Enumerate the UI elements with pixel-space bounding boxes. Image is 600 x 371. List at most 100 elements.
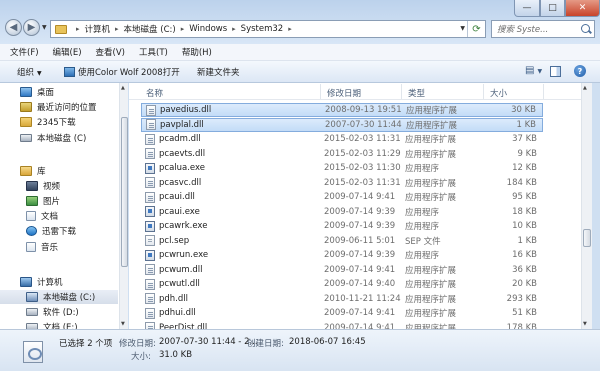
forward-button[interactable]: ▶ [23, 19, 40, 36]
breadcrumb-separator-icon[interactable]: ▸ [288, 25, 292, 33]
search-icon[interactable] [581, 24, 590, 33]
nav-item-thunder-download[interactable]: 迅雷下载 [0, 224, 118, 238]
file-date: 2009-07-14 9:41 [324, 308, 396, 318]
nav-item-label: 最近访问的位置 [37, 103, 97, 113]
file-row[interactable]: pcaui.dll 2009-07-14 9:41 应用程序扩展 95 KB [141, 190, 543, 204]
file-row[interactable]: pcalua.exe 2015-02-03 11:30 应用程序 12 KB [141, 161, 543, 175]
nav-item-2345-download[interactable]: 2345下载 [0, 115, 118, 129]
search-input[interactable]: 搜索 Syste... [491, 20, 595, 38]
file-name: pavedius.dll [160, 105, 212, 115]
column-divider[interactable] [483, 84, 484, 99]
file-row[interactable]: pcaevts.dll 2015-02-03 11:29 应用程序扩展 9 KB [141, 147, 543, 161]
scroll-up-icon[interactable]: ▲ [121, 85, 125, 91]
nav-item-documents[interactable]: 文档 [0, 209, 118, 223]
file-row[interactable]: pcwrun.exe 2009-07-14 9:39 应用程序 16 KB [141, 248, 543, 262]
menu-edit[interactable]: 编辑(E) [53, 46, 82, 58]
column-divider[interactable] [320, 84, 321, 99]
file-list-scrollbar[interactable]: ▲ ▼ [581, 83, 592, 329]
file-size: 18 KB [512, 206, 537, 217]
column-header-type[interactable]: 类型 [408, 87, 425, 99]
application-file-icon [145, 220, 155, 232]
nav-libraries[interactable]: 库 [0, 164, 118, 178]
change-view-button[interactable]: ▤ ▼ [525, 65, 542, 76]
breadcrumb-separator-icon[interactable]: ▸ [181, 25, 185, 33]
maximize-button[interactable]: □ [540, 0, 565, 17]
view-options-icon: ▤ [525, 65, 535, 76]
address-bar[interactable]: ▸ 计算机 ▸ 本地磁盘 (C:) ▸ Windows ▸ System32 ▸… [50, 20, 486, 38]
file-name: pcadm.dll [159, 134, 201, 144]
column-divider[interactable] [543, 84, 544, 99]
navigation-scrollbar[interactable]: ▲ ▼ [119, 83, 128, 329]
back-button[interactable]: ◀ [5, 19, 22, 36]
help-button[interactable]: ? [574, 65, 586, 77]
nav-item-drive-d[interactable]: 软件 (D:) [0, 305, 118, 319]
nav-item-drive-e[interactable]: 文档 (E:) [0, 320, 118, 329]
nav-item-pictures[interactable]: 图片 [0, 194, 118, 208]
file-row[interactable]: pcaui.exe 2009-07-14 9:39 应用程序 18 KB [141, 205, 543, 219]
file-type: 应用程序 [405, 222, 440, 232]
nav-item-drive-c[interactable]: 本地磁盘 (C:) [0, 290, 118, 304]
minimize-button[interactable]: — [514, 0, 540, 17]
breadcrumb-drive-c[interactable]: 本地磁盘 (C:) [124, 23, 176, 35]
application-file-icon [145, 249, 155, 261]
breadcrumb-separator-icon[interactable]: ▸ [232, 25, 236, 33]
file-row[interactable]: pdh.dll 2010-11-21 11:24 应用程序扩展 293 KB [141, 292, 543, 306]
menu-tools[interactable]: 工具(T) [139, 46, 168, 58]
column-header-size[interactable]: 大小 [490, 87, 507, 99]
file-row[interactable]: PeerDist.dll 2009-07-14 9:41 应用程序扩展 178 KB [141, 321, 543, 329]
column-header-name[interactable]: 名称 [146, 87, 163, 99]
scrollbar-thumb[interactable] [583, 229, 591, 247]
nav-item-recent-places[interactable]: 最近访问的位置 [0, 100, 118, 114]
breadcrumb-separator-icon[interactable]: ▸ [76, 25, 80, 33]
nav-item-label: 图片 [43, 197, 61, 207]
nav-item-label: 文档 [41, 212, 59, 222]
breadcrumb-computer[interactable]: 计算机 [85, 23, 111, 35]
folder-icon [20, 117, 32, 127]
file-row[interactable]: pcawrk.exe 2009-07-14 9:39 应用程序 10 KB [141, 219, 543, 233]
preview-pane-button[interactable] [550, 66, 561, 77]
breadcrumb-separator-icon[interactable]: ▸ [115, 25, 119, 33]
file-row[interactable]: pcasvc.dll 2015-02-03 11:31 应用程序扩展 184 KB [141, 176, 543, 190]
breadcrumb-system32[interactable]: System32 [241, 24, 284, 34]
recent-pages-dropdown[interactable]: ▼ [42, 24, 47, 31]
scrollbar-thumb[interactable] [121, 117, 128, 267]
organize-button[interactable]: 组织 ▼ [17, 66, 42, 78]
scroll-down-icon[interactable]: ▼ [583, 321, 587, 327]
file-row[interactable]: pcl.sep 2009-06-11 5:01 SEP 文件 1 KB [141, 234, 543, 248]
nav-item-music[interactable]: 音乐 [0, 240, 118, 254]
file-date: 2015-02-03 11:31 [324, 177, 401, 188]
file-date: 2015-02-03 11:29 [324, 148, 401, 159]
organize-label: 组织 [17, 68, 35, 78]
nav-item-videos[interactable]: 视频 [0, 179, 118, 193]
forward-arrow-icon: ▶ [27, 21, 36, 33]
file-row[interactable]: pavplal.dll 2007-07-30 11:44 应用程序扩展 1 KB [141, 117, 543, 132]
close-button[interactable]: ✕ [565, 0, 600, 17]
file-row[interactable]: pdhui.dll 2009-07-14 9:41 应用程序扩展 51 KB [141, 306, 543, 320]
file-row[interactable]: pcwutl.dll 2009-07-14 9:40 应用程序扩展 20 KB [141, 277, 543, 291]
menu-file[interactable]: 文件(F) [10, 46, 39, 58]
new-folder-button[interactable]: 新建文件夹 [197, 66, 240, 78]
nav-computer[interactable]: 计算机 [0, 275, 118, 289]
menu-help[interactable]: 帮助(H) [182, 46, 212, 58]
refresh-button[interactable]: ⟳ [467, 21, 485, 37]
file-row[interactable]: pcadm.dll 2015-02-03 11:31 应用程序扩展 37 KB [141, 132, 543, 146]
file-name: pcwrun.exe [159, 250, 209, 260]
file-row[interactable]: pavedius.dll 2008-09-13 19:51 应用程序扩展 30 KB [141, 103, 543, 117]
column-divider[interactable] [401, 84, 402, 99]
file-size: 9 KB [517, 148, 537, 159]
scroll-down-icon[interactable]: ▼ [121, 321, 125, 327]
nav-item-local-disk-c[interactable]: 本地磁盘 (C) [0, 131, 118, 145]
address-history-dropdown[interactable]: ▼ [460, 25, 465, 32]
file-name: pcaui.dll [159, 192, 195, 202]
file-type: 应用程序扩展 [405, 135, 457, 145]
file-row[interactable]: pcwum.dll 2009-07-14 9:41 应用程序扩展 36 KB [141, 263, 543, 277]
scroll-up-icon[interactable]: ▲ [583, 85, 587, 91]
file-date: 2009-06-11 5:01 [324, 235, 396, 246]
nav-item-desktop[interactable]: 桌面 [0, 85, 118, 99]
column-header-date[interactable]: 修改日期 [327, 87, 361, 99]
menu-view[interactable]: 查看(V) [96, 46, 125, 58]
file-date: 2009-07-14 9:40 [324, 279, 396, 289]
open-with-button[interactable]: 使用Color Wolf 2008打开 [64, 66, 180, 78]
close-icon: ✕ [578, 3, 587, 13]
breadcrumb-windows[interactable]: Windows [189, 24, 227, 34]
